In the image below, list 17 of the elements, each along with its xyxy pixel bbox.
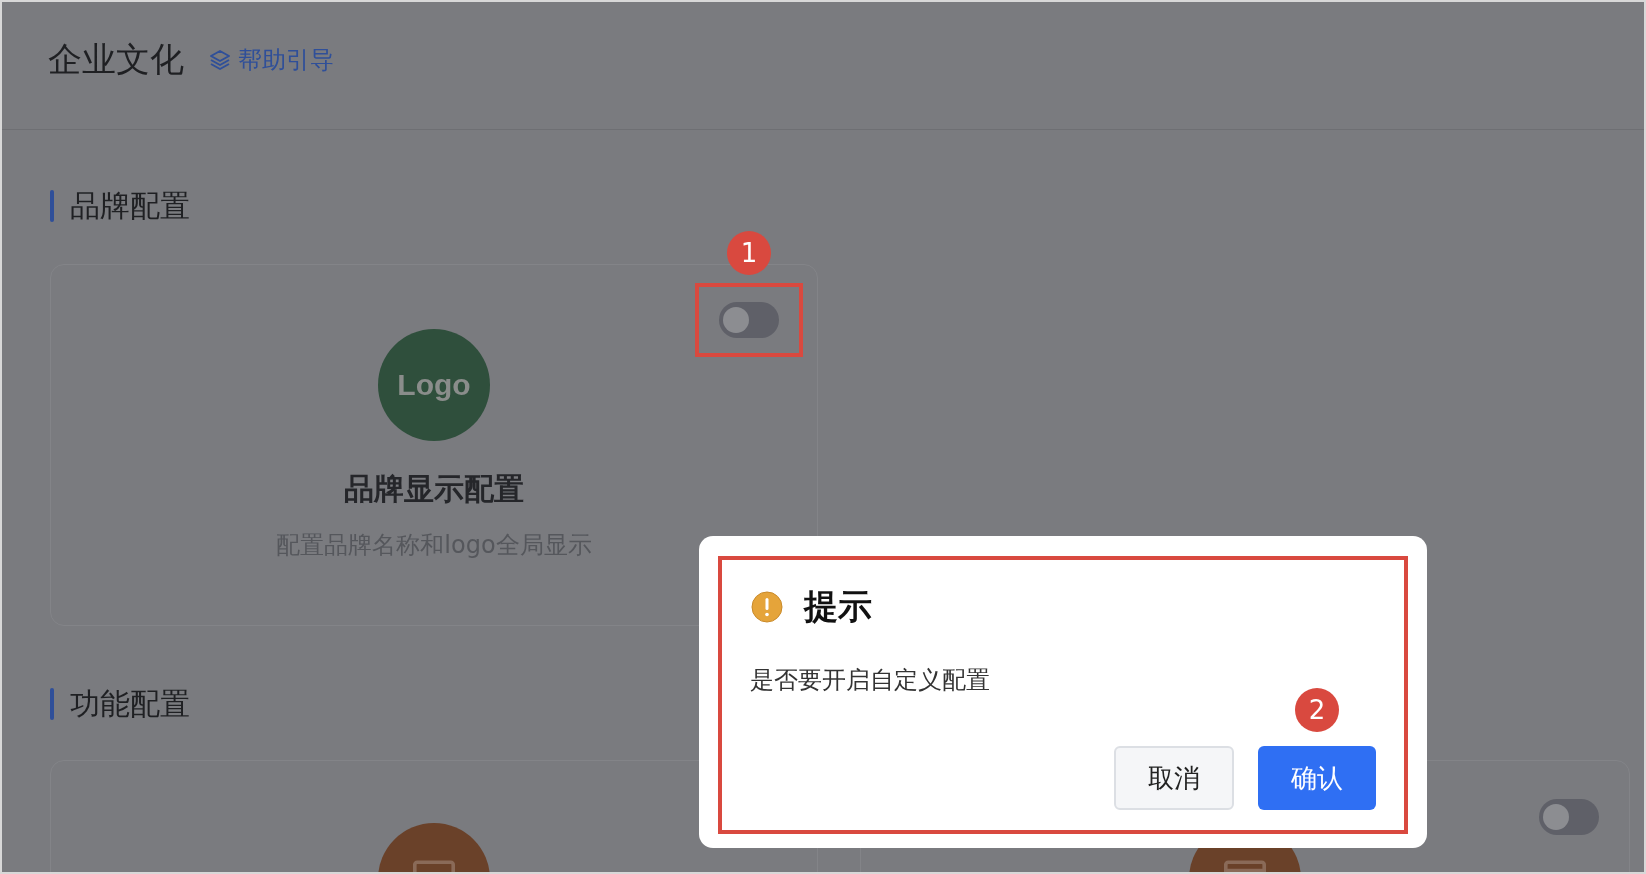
layers-icon bbox=[208, 47, 232, 72]
toggle-switch[interactable] bbox=[719, 302, 779, 338]
page-title: 企业文化 bbox=[48, 39, 184, 80]
confirm-button[interactable]: 确认 bbox=[1258, 746, 1376, 810]
section-title: 功能配置 bbox=[70, 686, 190, 722]
section-title: 品牌配置 bbox=[70, 188, 190, 224]
dialog-title: 提示 bbox=[804, 585, 872, 628]
step-badge: 2 bbox=[1295, 688, 1339, 732]
toggle-switch[interactable] bbox=[1539, 799, 1599, 835]
cancel-button[interactable]: 取消 bbox=[1114, 746, 1234, 810]
logo-circle: Logo bbox=[378, 329, 490, 441]
accent-bar bbox=[50, 190, 54, 222]
step-badge: 1 bbox=[727, 231, 771, 275]
dialog-message: 是否要开启自定义配置 bbox=[750, 665, 991, 696]
accent-bar bbox=[50, 688, 54, 720]
card-title: 品牌显示配置 bbox=[344, 471, 524, 507]
warning-icon bbox=[750, 590, 784, 624]
